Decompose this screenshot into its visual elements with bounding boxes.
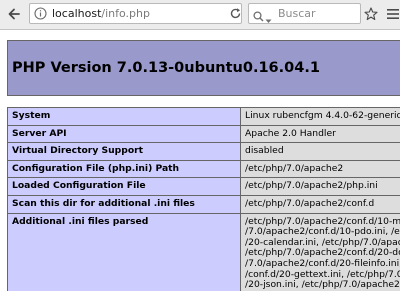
row-value: /etc/php/7.0/apache2: [240, 159, 400, 179]
row-label: Loaded Configuration File: [7, 177, 241, 196]
bookmark-star-icon[interactable]: [364, 6, 378, 25]
table-row: Scan this dir for additional .ini files …: [7, 194, 400, 214]
row-value: /etc/php/7.0/apache2/conf.d/10-my /7.0/a…: [240, 212, 400, 291]
info-table: System Linux rubencfgm 4.4.0-62-generic …: [7, 107, 400, 291]
search-icon: [253, 7, 264, 26]
row-value: disabled: [240, 142, 400, 161]
chevron-down-icon[interactable]: [265, 9, 272, 28]
url-text[interactable]: localhost/info.php: [52, 7, 150, 20]
row-label: Additional .ini files parsed: [7, 212, 241, 291]
address-bar[interactable]: localhost/info.php: [29, 3, 242, 24]
back-button[interactable]: [2, 2, 26, 26]
ini-files-line: /20-json.ini, /etc/php/7.0/apache2/c: [245, 279, 400, 291]
row-label: Server API: [7, 124, 241, 144]
row-value: /etc/php/7.0/apache2/conf.d: [240, 194, 400, 214]
row-value: /etc/php/7.0/apache2/php.ini: [240, 177, 400, 196]
search-bar[interactable]: Buscar: [248, 3, 361, 24]
row-value: Apache 2.0 Handler: [240, 124, 400, 144]
table-row: Loaded Configuration File /etc/php/7.0/a…: [7, 177, 400, 196]
php-header: PHP Version 7.0.13-0ubuntu0.16.04.1: [7, 40, 400, 96]
table-row: System Linux rubencfgm 4.4.0-62-generic: [7, 107, 400, 126]
ini-files-line: /7.0/apache2/conf.d/20-fileinfo.ini,: [245, 257, 400, 269]
row-label: Virtual Directory Support: [7, 142, 241, 161]
url-host: localhost: [52, 7, 102, 20]
browser-toolbar: localhost/info.php Buscar: [0, 0, 400, 30]
info-icon[interactable]: [34, 7, 47, 20]
row-label: System: [7, 107, 241, 126]
table-row: Virtual Directory Support disabled: [7, 142, 400, 161]
row-label: Configuration File (php.ini) Path: [7, 159, 241, 179]
reload-icon[interactable]: [229, 7, 242, 20]
search-placeholder: Buscar: [278, 7, 316, 20]
page-title: PHP Version 7.0.13-0ubuntu0.16.04.1: [12, 60, 320, 76]
row-value: Linux rubencfgm 4.4.0-62-generic: [240, 107, 400, 126]
table-row: Configuration File (php.ini) Path /etc/p…: [7, 159, 400, 179]
table-row: Additional .ini files parsed /etc/php/7.…: [7, 212, 400, 291]
menu-icon[interactable]: [387, 5, 399, 24]
row-label: Scan this dir for additional .ini files: [7, 194, 241, 214]
back-arrow-icon: [8, 8, 20, 20]
table-row: Server API Apache 2.0 Handler: [7, 124, 400, 144]
page-content: PHP Version 7.0.13-0ubuntu0.16.04.1 Syst…: [0, 30, 400, 291]
url-path: /info.php: [101, 7, 150, 20]
